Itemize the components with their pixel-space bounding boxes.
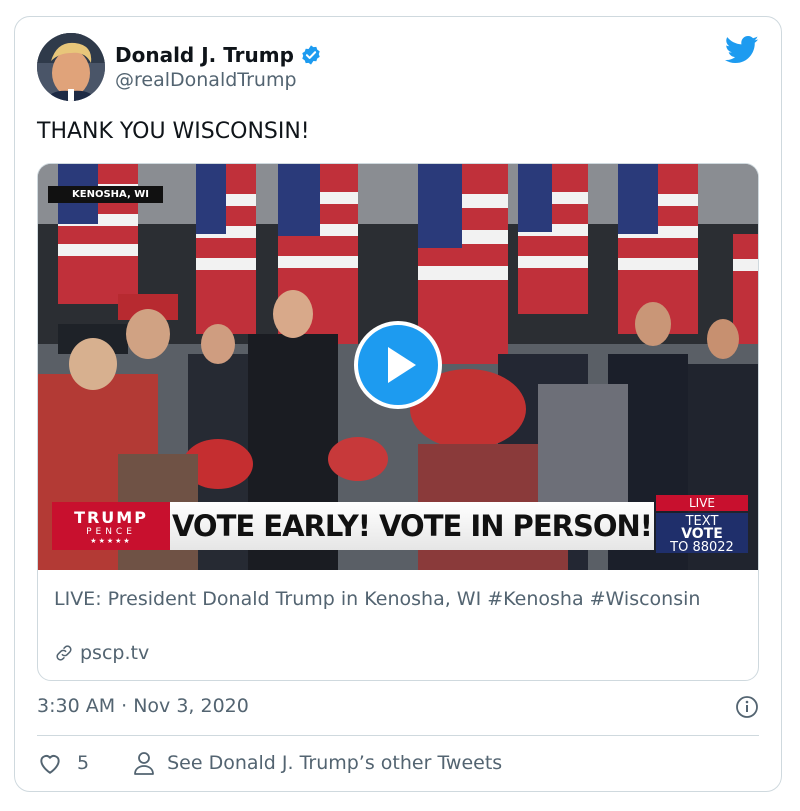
tweet-card: Donald J. Trump @realDonaldTrump THANK Y…	[14, 16, 782, 792]
location-tag: KENOSHA, WI	[48, 186, 163, 203]
see-other-tweets-link[interactable]: See Donald J. Trump’s other Tweets	[133, 751, 502, 775]
author-handle[interactable]: @realDonaldTrump	[115, 69, 297, 91]
author-name[interactable]: Donald J. Trump	[115, 43, 322, 67]
info-icon[interactable]	[735, 695, 759, 719]
tweet-actions: 5 See Donald J. Trump’s other Tweets	[37, 751, 502, 775]
text-line3: TO 88022	[670, 540, 734, 555]
trump-pence-logo: TRUMP PENCE ★★★★★	[52, 502, 170, 550]
link-title[interactable]: LIVE: President Donald Trump in Kenosha,…	[54, 586, 734, 613]
video-thumbnail[interactable]: KENOSHA, WI TRUMP PENCE ★★★★★ VOTE EARLY…	[38, 164, 758, 570]
twitter-bird-icon[interactable]	[725, 35, 759, 65]
avatar[interactable]	[37, 33, 105, 101]
tweet-text: THANK YOU WISCONSIN!	[37, 119, 310, 144]
link-icon	[56, 645, 72, 661]
live-label: LIVE	[656, 495, 748, 511]
text-vote-box: LIVE TEXT VOTE TO 88022	[656, 495, 748, 555]
media-card[interactable]: KENOSHA, WI TRUMP PENCE ★★★★★ VOTE EARLY…	[37, 163, 759, 681]
tweet-timestamp[interactable]: 3:30 AM · Nov 3, 2020	[37, 695, 249, 717]
author-name-text: Donald J. Trump	[115, 43, 294, 67]
banner-logo-stars: ★★★★★	[90, 537, 132, 545]
like-count: 5	[77, 752, 90, 774]
banner-logo-top: TRUMP	[74, 508, 148, 527]
banner-logo-bottom: PENCE	[86, 527, 136, 537]
heart-icon	[40, 755, 60, 774]
play-icon[interactable]	[354, 321, 442, 409]
like-button[interactable]: 5	[37, 751, 89, 775]
text-vote-info: TEXT VOTE TO 88022	[656, 513, 748, 555]
link-domain-text: pscp.tv	[80, 642, 150, 664]
person-icon	[134, 752, 154, 775]
see-other-text: See Donald J. Trump’s other Tweets	[167, 752, 503, 774]
verified-badge-icon	[302, 45, 320, 65]
banner-text: VOTE EARLY! VOTE IN PERSON!	[170, 502, 654, 550]
link-domain[interactable]: pscp.tv	[54, 642, 149, 664]
divider	[37, 735, 759, 736]
